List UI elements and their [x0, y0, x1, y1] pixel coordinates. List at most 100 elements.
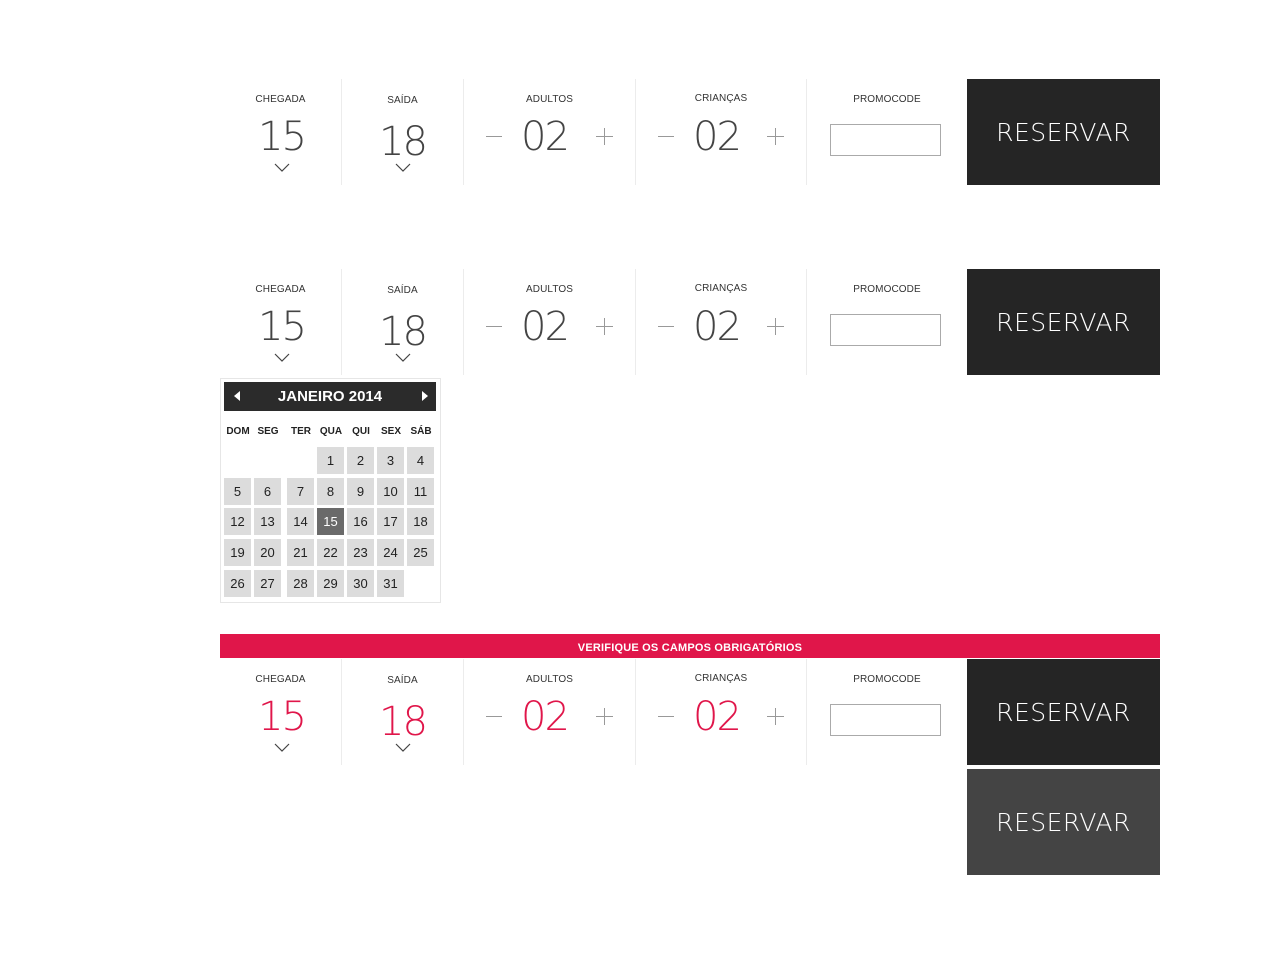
promocode-input[interactable]: [830, 124, 941, 156]
calendar-day[interactable]: 14: [287, 508, 314, 536]
minus-icon[interactable]: [486, 326, 502, 327]
arrival-label: CHEGADA: [255, 284, 306, 295]
weekday-label: TER: [291, 426, 311, 437]
arrow-left-icon[interactable]: [234, 391, 240, 401]
weekday-label: SEG: [257, 426, 279, 437]
departure-label: SAÍDA: [387, 675, 418, 686]
chevron-down-icon[interactable]: [395, 163, 411, 172]
arrival-day: 15: [258, 694, 307, 740]
calendar-day[interactable]: 6: [254, 477, 281, 505]
calendar-day[interactable]: 24: [377, 539, 404, 567]
minus-icon[interactable]: [486, 716, 502, 717]
chevron-down-icon[interactable]: [395, 353, 411, 362]
children-value: 02: [693, 114, 742, 160]
children-value: 02: [693, 304, 742, 350]
adults-value: 02: [521, 304, 570, 350]
departure-field[interactable]: SAÍDA 18: [342, 79, 463, 185]
calendar-day[interactable]: 18: [407, 508, 434, 536]
promocode-input[interactable]: [830, 314, 941, 346]
arrival-label: CHEGADA: [255, 674, 306, 685]
calendar-day[interactable]: 2: [347, 447, 374, 474]
plus-icon[interactable]: [596, 708, 613, 725]
calendar-day[interactable]: 21: [287, 539, 314, 567]
arrival-field[interactable]: CHEGADA 15: [220, 659, 341, 765]
promocode-input[interactable]: [830, 704, 941, 736]
minus-icon[interactable]: [658, 326, 674, 327]
children-field: CRIANÇAS 02: [636, 659, 806, 765]
plus-icon[interactable]: [767, 128, 784, 145]
calendar-day[interactable]: 17: [377, 508, 404, 536]
validation-alert: VERIFIQUE OS CAMPOS OBRIGATÓRIOS: [220, 634, 1160, 658]
departure-field[interactable]: SAÍDA 18: [342, 269, 463, 375]
promocode-label: PROMOCODE: [853, 284, 921, 295]
calendar-day[interactable]: 20: [254, 539, 281, 567]
calendar-day[interactable]: 16: [347, 508, 374, 536]
plus-icon[interactable]: [596, 318, 613, 335]
calendar-day[interactable]: 28: [287, 569, 314, 597]
calendar-day[interactable]: 30: [347, 569, 374, 597]
calendar-day[interactable]: 5: [224, 477, 251, 505]
calendar-day[interactable]: 1: [317, 447, 344, 474]
calendar-day[interactable]: 8: [317, 477, 344, 505]
calendar-day[interactable]: 4: [407, 447, 434, 474]
arrow-right-icon[interactable]: [422, 391, 428, 401]
weekday-label: SÁB: [410, 426, 432, 437]
chevron-down-icon[interactable]: [274, 743, 290, 752]
calendar-day[interactable]: 3: [377, 447, 404, 474]
chevron-down-icon[interactable]: [395, 743, 411, 752]
adults-value: 02: [521, 114, 570, 160]
calendar-day[interactable]: 7: [287, 477, 314, 505]
adults-field: ADULTOS 02: [464, 79, 635, 185]
calendar-day[interactable]: 26: [224, 569, 251, 597]
calendar-day[interactable]: 31: [377, 569, 404, 597]
weekday-label: SEX: [380, 426, 401, 437]
departure-label: SAÍDA: [387, 95, 418, 106]
arrival-field[interactable]: CHEGADA 15: [220, 269, 341, 375]
children-value: 02: [693, 694, 742, 740]
calendar-day[interactable]: 19: [224, 539, 251, 567]
adults-field: ADULTOS 02: [464, 269, 635, 375]
minus-icon[interactable]: [486, 136, 502, 137]
plus-icon[interactable]: [767, 708, 784, 725]
calendar-day[interactable]: 25: [407, 539, 434, 567]
calendar-day[interactable]: 11: [407, 477, 434, 505]
chevron-down-icon[interactable]: [274, 163, 290, 172]
calendar-day-selected[interactable]: 15: [317, 508, 344, 536]
reserve-button[interactable]: RESERVAR: [967, 659, 1160, 765]
calendar-day[interactable]: 9: [347, 477, 374, 505]
adults-label: ADULTOS: [525, 94, 573, 105]
adults-value: 02: [521, 694, 570, 740]
plus-icon[interactable]: [596, 128, 613, 145]
adults-label: ADULTOS: [525, 284, 573, 295]
children-label: CRIANÇAS: [694, 93, 748, 104]
datepicker-calendar: JANEIRO 2014 DOM SEG TER QUA QUI SEX SÁB 1 2 3 4 5 6…: [220, 378, 441, 603]
departure-day: 18: [379, 699, 428, 745]
weekday-label: QUI: [352, 426, 370, 437]
adults-field: ADULTOS 02: [464, 659, 635, 765]
reserve-button[interactable]: RESERVAR: [967, 79, 1160, 185]
reserve-button-hover[interactable]: RESERVAR: [967, 769, 1160, 875]
departure-field[interactable]: SAÍDA 18: [342, 659, 463, 765]
children-label: CRIANÇAS: [694, 673, 748, 684]
weekday-label: DOM: [226, 426, 250, 437]
arrival-day: 15: [258, 304, 307, 350]
arrival-field[interactable]: CHEGADA 15: [220, 79, 341, 185]
minus-icon[interactable]: [658, 136, 674, 137]
calendar-day[interactable]: 23: [347, 539, 374, 567]
minus-icon[interactable]: [658, 716, 674, 717]
promocode-label: PROMOCODE: [853, 674, 921, 685]
calendar-day[interactable]: 10: [377, 477, 404, 505]
children-field: CRIANÇAS 02: [636, 269, 806, 375]
arrival-label: CHEGADA: [255, 94, 306, 105]
children-label: CRIANÇAS: [694, 283, 748, 294]
plus-icon[interactable]: [767, 318, 784, 335]
calendar-day[interactable]: 22: [317, 539, 344, 567]
calendar-day[interactable]: 13: [254, 508, 281, 536]
reserve-button[interactable]: RESERVAR: [967, 269, 1160, 375]
calendar-day[interactable]: 12: [224, 508, 251, 536]
departure-day: 18: [379, 119, 428, 165]
children-field: CRIANÇAS 02: [636, 79, 806, 185]
chevron-down-icon[interactable]: [274, 353, 290, 362]
calendar-day[interactable]: 27: [254, 569, 281, 597]
calendar-day[interactable]: 29: [317, 569, 344, 597]
